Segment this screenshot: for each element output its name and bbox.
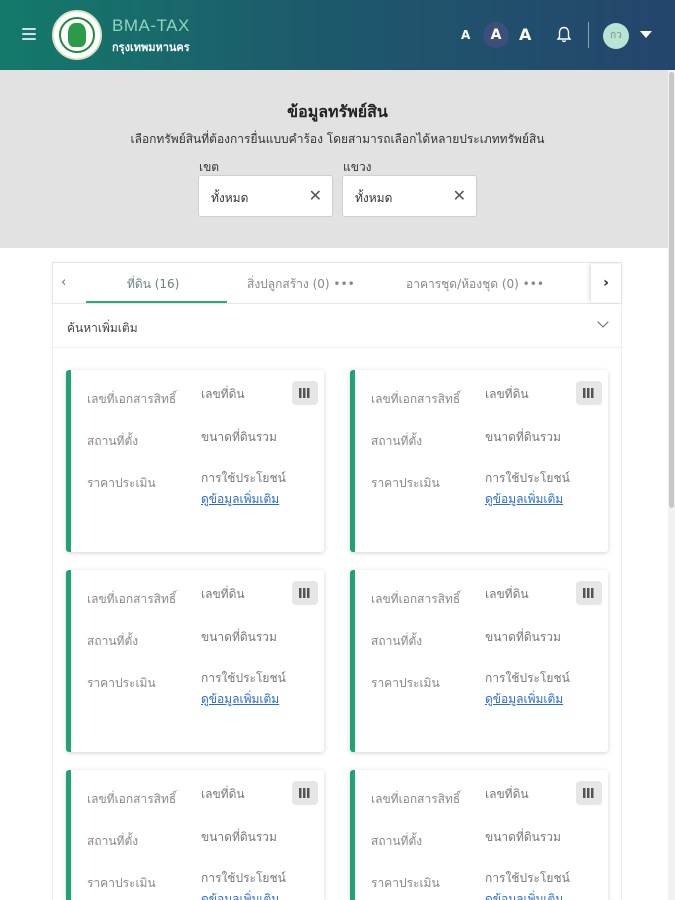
barcode-icon[interactable] (576, 381, 602, 405)
active-tab-indicator (86, 301, 227, 303)
page-title: ข้อมูลทรัพย์สิน (287, 102, 388, 121)
appraisal-label: ราคาประเมิน (87, 476, 156, 490)
property-card[interactable]: เลขที่เอกสารสิทธิ์ เลขที่ดิน สถานที่ตั้ง… (66, 770, 324, 900)
menu-icon[interactable] (22, 28, 36, 40)
avatar[interactable]: กว (603, 23, 629, 49)
font-size-small-button[interactable]: A (461, 28, 470, 42)
more-info-link[interactable]: ดูข้อมูลเพิ่มเติม (485, 690, 563, 709)
tab-scroll-right-icon[interactable]: › (591, 264, 621, 302)
deed-number-label: เลขที่เอกสารสิทธิ์ (371, 392, 461, 406)
more-search-toggle[interactable]: ค้นหาเพิ่มเติม (52, 304, 622, 348)
barcode-icon[interactable] (576, 581, 602, 605)
appraisal-label: ราคาประเมิน (371, 876, 440, 890)
usage-label: การใช้ประโยชน์ (485, 671, 570, 685)
barcode-icon[interactable] (292, 781, 318, 805)
clear-district-icon[interactable]: ✕ (309, 186, 322, 205)
property-filter-panel: ข้อมูลทรัพย์สิน เลือกทรัพย์สินที่ต้องการ… (0, 70, 675, 248)
more-search-label: ค้นหาเพิ่มเติม (67, 321, 138, 335)
header-divider (588, 22, 589, 48)
brand-subtitle: กรุงเทพมหานคร (112, 41, 190, 54)
location-label: สถานที่ตั้ง (87, 434, 139, 448)
property-card[interactable]: เลขที่เอกสารสิทธิ์ เลขที่ดิน สถานที่ตั้ง… (350, 770, 608, 900)
district-select[interactable]: ทั้งหมด ✕ (198, 175, 333, 217)
total-area-label: ขนาดที่ดินรวม (201, 430, 277, 444)
more-info-link[interactable]: ดูข้อมูลเพิ่มเติม (201, 890, 279, 900)
page-description: เลือกทรัพย์สินที่ต้องการยื่นแบบคำร้อง โด… (130, 132, 545, 146)
property-type-tabs: ‹ ที่ดิน (16) สิ่งปลูกสร้าง (0) ••• อาคา… (52, 262, 622, 304)
location-label: สถานที่ตั้ง (87, 634, 139, 648)
subdistrict-select[interactable]: ทั้งหมด ✕ (342, 175, 477, 217)
brand-title: BMA-TAX (112, 16, 190, 35)
appraisal-label: ราคาประเมิน (371, 676, 440, 690)
total-area-label: ขนาดที่ดินรวม (201, 630, 277, 644)
property-card[interactable]: เลขที่เอกสารสิทธิ์ เลขที่ดิน สถานที่ตั้ง… (350, 370, 608, 552)
usage-label: การใช้ประโยชน์ (485, 871, 570, 885)
land-number-label: เลขที่ดิน (485, 387, 529, 401)
deed-number-label: เลขที่เอกสารสิทธิ์ (87, 592, 177, 606)
deed-number-label: เลขที่เอกสารสิทธิ์ (87, 392, 177, 406)
location-label: สถานที่ตั้ง (371, 634, 423, 648)
bma-logo (52, 10, 102, 60)
property-card[interactable]: เลขที่เอกสารสิทธิ์ เลขที่ดิน สถานที่ตั้ง… (350, 570, 608, 752)
deed-number-label: เลขที่เอกสารสิทธิ์ (87, 792, 177, 806)
usage-label: การใช้ประโยชน์ (201, 471, 286, 485)
total-area-label: ขนาดที่ดินรวม (485, 430, 561, 444)
clear-subdistrict-icon[interactable]: ✕ (453, 186, 466, 205)
location-label: สถานที่ตั้ง (371, 434, 423, 448)
total-area-label: ขนาดที่ดินรวม (201, 830, 277, 844)
usage-label: การใช้ประโยชน์ (201, 671, 286, 685)
land-number-label: เลขที่ดิน (485, 787, 529, 801)
location-label: สถานที่ตั้ง (87, 834, 139, 848)
barcode-icon[interactable] (292, 381, 318, 405)
more-info-link[interactable]: ดูข้อมูลเพิ่มเติม (201, 690, 279, 709)
tab-land[interactable]: ที่ดิน (16) (127, 275, 179, 294)
more-info-link[interactable]: ดูข้อมูลเพิ่มเติม (485, 490, 563, 509)
land-number-label: เลขที่ดิน (201, 387, 245, 401)
usage-label: การใช้ประโยชน์ (485, 471, 570, 485)
district-value: ทั้งหมด (211, 191, 249, 205)
land-number-label: เลขที่ดิน (485, 587, 529, 601)
chevron-down-icon[interactable] (640, 31, 652, 38)
top-app-bar: BMA-TAX กรุงเทพมหานคร A A A กว (0, 0, 675, 70)
tab-scroll-left-icon[interactable]: ‹ (61, 275, 66, 290)
scrollbar-thumb[interactable] (669, 72, 674, 508)
subdistrict-value: ทั้งหมด (355, 191, 393, 205)
location-label: สถานที่ตั้ง (371, 834, 423, 848)
more-info-link[interactable]: ดูข้อมูลเพิ่มเติม (201, 490, 279, 509)
total-area-label: ขนาดที่ดินรวม (485, 630, 561, 644)
barcode-icon[interactable] (292, 581, 318, 605)
appraisal-label: ราคาประเมิน (371, 476, 440, 490)
tab-condominium[interactable]: อาคารชุด/ห้องชุด (0) ••• (406, 275, 544, 294)
deed-number-label: เลขที่เอกสารสิทธิ์ (371, 592, 461, 606)
usage-label: การใช้ประโยชน์ (201, 871, 286, 885)
barcode-icon[interactable] (576, 781, 602, 805)
property-card[interactable]: เลขที่เอกสารสิทธิ์ เลขที่ดิน สถานที่ตั้ง… (66, 570, 324, 752)
tab-buildings[interactable]: สิ่งปลูกสร้าง (0) ••• (247, 275, 355, 294)
land-number-label: เลขที่ดิน (201, 787, 245, 801)
bell-icon[interactable] (556, 26, 572, 44)
appraisal-label: ราคาประเมิน (87, 676, 156, 690)
font-size-medium-button[interactable]: A (483, 22, 509, 48)
more-info-link[interactable]: ดูข้อมูลเพิ่มเติม (485, 890, 563, 900)
font-size-large-button[interactable]: A (519, 25, 531, 44)
chevron-down-icon[interactable] (597, 316, 609, 328)
deed-number-label: เลขที่เอกสารสิทธิ์ (371, 792, 461, 806)
land-number-label: เลขที่ดิน (201, 587, 245, 601)
total-area-label: ขนาดที่ดินรวม (485, 830, 561, 844)
property-card[interactable]: เลขที่เอกสารสิทธิ์ เลขที่ดิน สถานที่ตั้ง… (66, 370, 324, 552)
appraisal-label: ราคาประเมิน (87, 876, 156, 890)
